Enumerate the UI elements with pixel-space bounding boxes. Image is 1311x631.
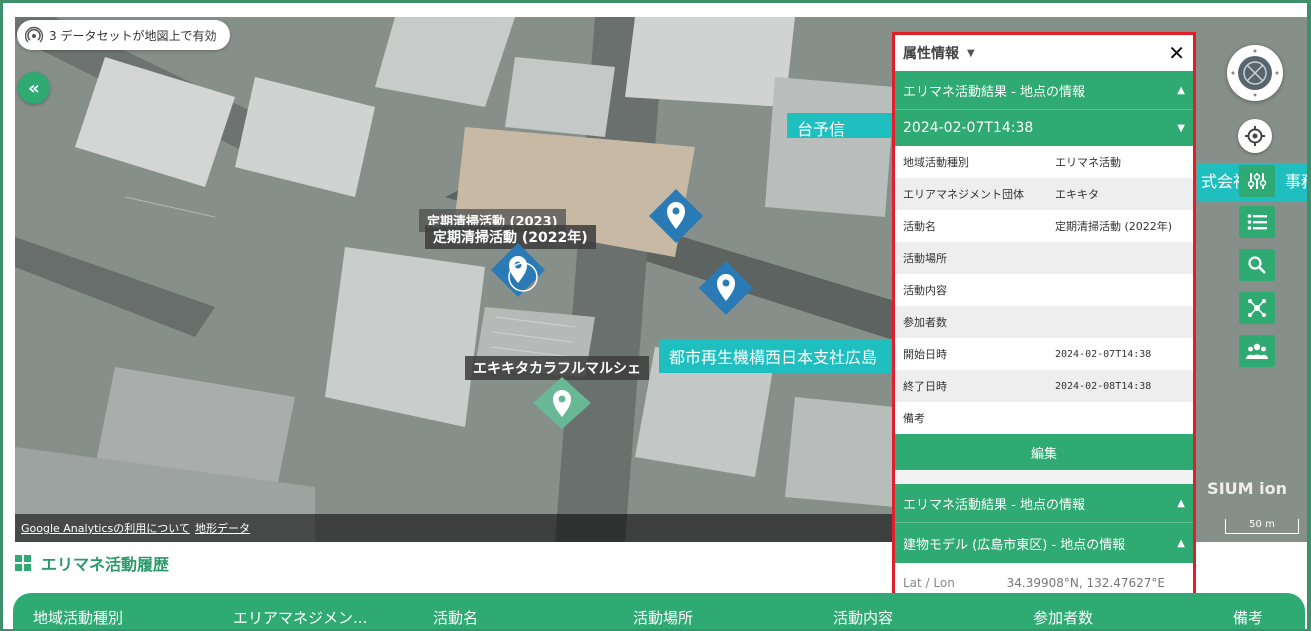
attribute-row: 終了日時 2024-02-08T14:38 (895, 370, 1193, 402)
attribute-key: 参加者数 (903, 316, 947, 329)
attribute-row: 活動名 定期清掃活動 (2022年) (895, 210, 1193, 242)
office-label-text: 事務 (1285, 172, 1307, 191)
compass-control[interactable] (1227, 45, 1283, 101)
attribute-row: 参加者数 (895, 306, 1193, 338)
sliders-icon (1247, 173, 1267, 189)
edit-button[interactable]: 編集 (895, 434, 1193, 470)
history-heading: エリマネ活動履歴 (15, 551, 169, 575)
history-table-header: 地域活動種別 エリアマネジメン... 活動名 活動場所 活動内容 参加者数 備考 (13, 593, 1305, 629)
list-icon (1247, 214, 1267, 230)
attribute-row: 地域活動種別 エリマネ活動 (895, 146, 1193, 178)
map-label-forecast: 台予信 (787, 113, 901, 138)
attribute-key: 活動場所 (903, 252, 947, 265)
panel-header: 属性情報 ▼ ✕ (895, 35, 1193, 71)
attribute-key: 活動内容 (903, 284, 947, 297)
column-header[interactable]: エリアマネジメン... (233, 607, 367, 628)
map-pin-selected[interactable] (491, 243, 545, 297)
analytics-link[interactable]: Google Analyticsの利用について (21, 520, 190, 536)
attribute-key: 地域活動種別 (903, 156, 969, 169)
latlon-value: 34.39908°N, 132.47627°E (1006, 576, 1165, 590)
double-chevron-left-icon: « (28, 77, 40, 99)
caret-up-icon: ▲ (1177, 84, 1185, 96)
search-icon (1248, 256, 1266, 274)
column-header[interactable]: 備考 (1233, 607, 1263, 628)
map-pin-green[interactable] (533, 377, 591, 429)
attribute-key: エリアマネジメント団体 (903, 188, 1024, 201)
crosshair-icon (1245, 126, 1265, 146)
section-title: エリマネ活動結果 - 地点の情報 (903, 497, 1085, 513)
attribute-row: 活動内容 (895, 274, 1193, 306)
cesium-logo: SIUM ion (1207, 479, 1287, 498)
users-icon (1246, 343, 1268, 359)
attribute-value: エリマネ活動 (1055, 156, 1121, 169)
dataset-notice-text: 3 データセットが地図上で有効 (49, 28, 217, 43)
map-pin-blue[interactable] (699, 261, 753, 315)
map-label-ur-office: 都市再生機構西日本支社広島 (659, 339, 909, 373)
history-title: エリマネ活動履歴 (41, 555, 170, 574)
attribute-row: 活動場所 (895, 242, 1193, 274)
section-title: エリマネ活動結果 - 地点の情報 (903, 84, 1085, 100)
caret-down-icon[interactable]: ▼ (967, 48, 975, 59)
map-pin-blue[interactable] (649, 189, 703, 243)
attribute-row: 開始日時 2024-02-07T14:38 (895, 338, 1193, 370)
list-button[interactable] (1239, 206, 1275, 238)
latlon-label: Lat / Lon (903, 576, 955, 590)
timestamp-value: 2024-02-07T14:38 (903, 120, 1034, 136)
column-header[interactable]: 地域活動種別 (33, 607, 123, 628)
caret-up-icon: ▲ (1177, 537, 1185, 549)
attribute-value: 2024-02-07T14:38 (1055, 348, 1152, 360)
app-frame: 3 データセットが地図上で有効 « 定期清掃活動 (2023) 定期清掃活動 (… (3, 3, 1307, 629)
attribute-value: 2024-02-08T14:38 (1055, 380, 1152, 392)
attribute-row: 備考 (895, 402, 1193, 434)
section-activity-result-2[interactable]: エリマネ活動結果 - 地点の情報 ▲ (895, 484, 1193, 522)
dataset-notice[interactable]: 3 データセットが地図上で有効 (17, 20, 231, 50)
terrain-link[interactable]: 地形データ (195, 520, 250, 536)
collapse-left-button[interactable]: « (18, 72, 50, 104)
filter-settings-button[interactable] (1239, 165, 1275, 197)
section-title: 建物モデル (広島市東区) - 地点の情報 (903, 537, 1126, 553)
attribute-key: 備考 (903, 412, 925, 425)
panel-title[interactable]: 属性情報 (903, 43, 959, 63)
timestamp-selector[interactable]: 2024-02-07T14:38 ▼ (895, 109, 1193, 146)
attribute-key: 終了日時 (903, 380, 947, 393)
attribute-key: 活動名 (903, 220, 936, 233)
column-header[interactable]: 活動内容 (833, 607, 893, 628)
users-button[interactable] (1239, 335, 1275, 367)
compass-icon (1231, 49, 1279, 97)
close-icon[interactable]: ✕ (1168, 41, 1185, 65)
locate-button[interactable] (1238, 119, 1272, 153)
section-divider (895, 470, 1193, 484)
attribute-value: エキキタ (1055, 188, 1099, 201)
attribute-row: エリアマネジメント団体 エキキタ (895, 178, 1193, 210)
broadcast-icon (25, 26, 43, 43)
network-button[interactable] (1239, 292, 1275, 324)
attribution-bar: Google Analyticsの利用について 地形データ (15, 514, 895, 542)
attribute-value: 定期清掃活動 (2022年) (1055, 220, 1173, 233)
scale-bar: 50 m (1225, 519, 1299, 534)
search-button[interactable] (1239, 249, 1275, 281)
network-icon (1248, 299, 1266, 317)
column-header[interactable]: 活動名 (433, 607, 478, 628)
caret-up-icon: ▲ (1177, 497, 1185, 509)
attribute-table: 地域活動種別 エリマネ活動 エリアマネジメント団体 エキキタ 活動名 定期清掃活動 (… (895, 146, 1193, 434)
section-activity-result[interactable]: エリマネ活動結果 - 地点の情報 ▲ (895, 71, 1193, 109)
column-header[interactable]: 参加者数 (1033, 607, 1093, 628)
caret-down-icon: ▼ (1177, 122, 1185, 134)
grid-icon (15, 555, 31, 571)
section-building-model[interactable]: 建物モデル (広島市東区) - 地点の情報 ▲ (895, 522, 1193, 563)
attribute-key: 開始日時 (903, 348, 947, 361)
attribute-panel: 属性情報 ▼ ✕ エリマネ活動結果 - 地点の情報 ▲ 2024-02-07T1… (892, 32, 1196, 604)
column-header[interactable]: 活動場所 (633, 607, 693, 628)
